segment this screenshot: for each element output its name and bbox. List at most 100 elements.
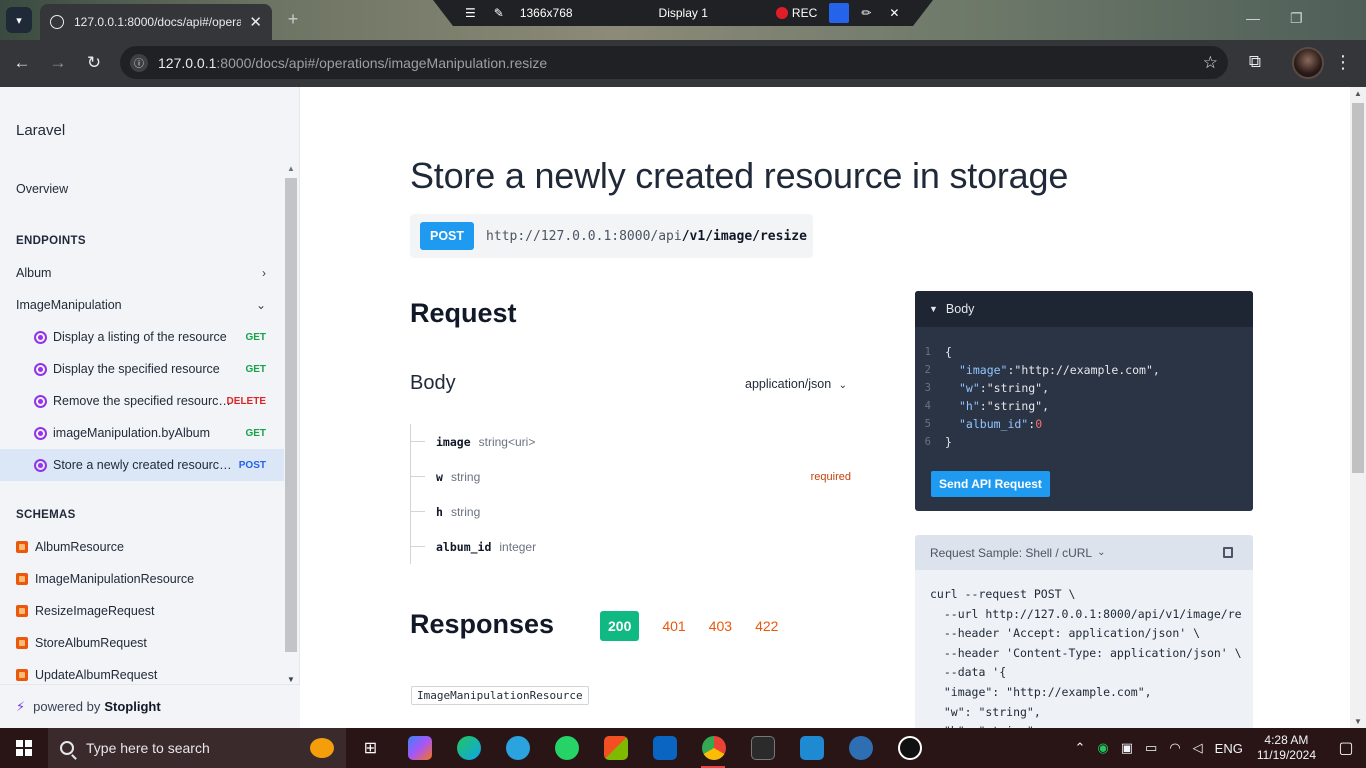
new-tab-button[interactable]: + — [282, 9, 304, 31]
taskbar-clock[interactable]: 4:28 AM 11/19/2024 — [1257, 733, 1316, 763]
sidebar-scroll-thumb[interactable] — [285, 178, 297, 652]
sidebar-endpoint-label: imageManipulation.byAlbum — [53, 426, 211, 440]
sidebar-endpoint[interactable]: Display the specified resource GET — [0, 353, 284, 385]
recorder-close-icon[interactable]: ✕ — [889, 6, 899, 20]
pen-icon[interactable]: ✏ — [861, 6, 871, 20]
sidebar-endpoint[interactable]: Display a listing of the resource GET — [0, 321, 284, 353]
response-code-tab-401[interactable]: 401 — [662, 618, 685, 634]
whatsapp-icon — [554, 736, 579, 760]
outlook-app[interactable] — [640, 728, 689, 768]
reload-icon[interactable]: ↻ — [82, 52, 106, 76]
page-scroll-thumb[interactable] — [1352, 103, 1364, 473]
line-number: 4 — [924, 400, 931, 412]
start-button[interactable] — [0, 728, 48, 768]
sidebar-brand[interactable]: Laravel — [16, 122, 65, 139]
rec-button[interactable]: REC — [775, 6, 817, 20]
sidebar-schema[interactable]: ImageManipulationResource — [0, 563, 284, 595]
endpoint-icon — [34, 394, 47, 408]
task-view-icon: ⊞ — [363, 740, 378, 757]
response-code-tab-422[interactable]: 422 — [755, 618, 778, 634]
endpoint-url-box[interactable]: POST http://127.0.0.1:8000/api/v1/image/… — [410, 214, 813, 258]
pin-icon[interactable]: ✎ — [494, 6, 504, 20]
taskbar-search[interactable]: Type here to search — [48, 728, 346, 768]
recorder-app[interactable] — [885, 728, 934, 768]
back-arrow-icon[interactable]: ← — [10, 52, 34, 76]
json-key: "h" — [959, 399, 980, 413]
http-method-badge: POST — [420, 222, 475, 250]
powered-by-footer[interactable]: ⚡ powered by Stoplight — [0, 684, 300, 728]
body-panel-title: Body — [945, 302, 975, 316]
address-bar[interactable]: ⓘ 127.0.0.1:8000/docs/api#/operations/im… — [120, 46, 1228, 79]
response-code-tab-403[interactable]: 403 — [709, 618, 732, 634]
task-view-button[interactable]: ⊞ — [346, 728, 395, 768]
bookmark-star-icon[interactable]: ☆ — [1203, 53, 1218, 73]
chrome-app[interactable] — [689, 728, 738, 768]
vscode-app[interactable] — [787, 728, 836, 768]
browser-menu-icon[interactable]: ⋮ — [1334, 52, 1352, 73]
language-indicator[interactable]: ENG — [1215, 741, 1243, 756]
body-heading: Body — [410, 372, 456, 394]
scroll-down-arrow-icon[interactable]: ▼ — [1354, 717, 1362, 726]
schema-cube-icon — [16, 669, 28, 681]
site-info-icon[interactable]: ⓘ — [130, 53, 148, 72]
scroll-up-arrow-icon[interactable]: ▲ — [287, 164, 295, 173]
sidebar-group-album[interactable]: Album › — [0, 257, 284, 289]
restore-icon[interactable]: ❐ — [1290, 10, 1303, 27]
sidebar-endpoint[interactable]: Remove the specified resource ... DELETE — [0, 385, 284, 417]
sidebar-scrollbar[interactable]: ▲ ▼ — [284, 164, 298, 684]
camera-icon[interactable]: ▣ — [1121, 740, 1133, 756]
request-body-params: image string<uri> w string required h st… — [410, 424, 860, 564]
sidebar-endpoint-active[interactable]: Store a newly created resource in... POS… — [0, 449, 284, 481]
response-schema-tag: ImageManipulationResource — [411, 686, 589, 705]
response-code-tab-200[interactable]: 200 — [600, 611, 640, 641]
sidebar-endpoint[interactable]: imageManipulation.byAlbum GET — [0, 417, 284, 449]
send-api-request-button[interactable]: Send API Request — [931, 471, 1050, 497]
profile-avatar[interactable] — [1292, 47, 1324, 79]
chevron-up-icon[interactable]: ⌃ — [1074, 740, 1085, 756]
method-badge: GET — [245, 363, 266, 375]
tab-search-button[interactable]: ▾ — [6, 7, 32, 33]
chrome-icon — [701, 736, 726, 760]
param-row: w string required — [411, 459, 860, 494]
menu-icon[interactable]: ☰ — [465, 6, 476, 20]
page-scrollbar[interactable]: ▲ ▼ — [1350, 87, 1366, 728]
sidebar-schema[interactable]: StoreAlbumRequest — [0, 627, 284, 659]
close-tab-icon[interactable]: ✕ — [249, 13, 262, 31]
sidebar-schema[interactable]: ResizeImageRequest — [0, 595, 284, 627]
vs-app[interactable] — [836, 728, 885, 768]
content-type-select[interactable]: application/json ⌄ — [745, 377, 847, 391]
camera-button[interactable] — [829, 3, 850, 23]
telegram-icon — [505, 736, 530, 760]
terminal-app[interactable] — [738, 728, 787, 768]
status-dot-icon[interactable]: ◉ — [1097, 740, 1108, 756]
pumpkin-icon — [310, 738, 334, 758]
minimize-icon[interactable]: — — [1246, 10, 1260, 26]
volume-icon[interactable]: ◁ — [1193, 740, 1203, 756]
forward-arrow-icon[interactable]: → — [46, 52, 70, 76]
schema-cube-icon — [16, 541, 28, 553]
telegram-app[interactable] — [493, 728, 542, 768]
sidebar-group-imagemanipulation[interactable]: ImageManipulation ⌄ — [0, 289, 284, 321]
scroll-down-arrow-icon[interactable]: ▼ — [287, 675, 295, 684]
request-sample-header[interactable]: Request Sample: Shell / cURL ⌄ — [915, 535, 1253, 570]
method-badge: GET — [245, 427, 266, 439]
browser-tab-active[interactable]: 127.0.0.1:8000/docs/api#/opera ✕ — [40, 4, 272, 40]
sidebar-schema[interactable]: AlbumResource — [0, 531, 284, 563]
wifi-icon[interactable]: ◠ — [1169, 740, 1180, 756]
battery-icon[interactable]: ▭ — [1145, 740, 1157, 756]
store-app[interactable] — [591, 728, 640, 768]
sidebar-item-overview[interactable]: Overview — [0, 173, 284, 205]
browser-toolbar: ← → ↻ ⓘ 127.0.0.1:8000/docs/api#/operati… — [0, 40, 1366, 87]
recorder-display[interactable]: Display 1 — [659, 6, 708, 20]
copilot-app[interactable] — [395, 728, 444, 768]
request-body-editor[interactable]: 1 { 2 "image": "http://example.com", 3 "… — [915, 327, 1253, 451]
body-panel-header[interactable]: ▼ Body — [915, 291, 1253, 327]
scroll-up-arrow-icon[interactable]: ▲ — [1354, 89, 1362, 98]
visual-studio-icon — [848, 736, 873, 760]
extensions-puzzle-icon[interactable]: ⧉ — [1244, 52, 1266, 74]
copy-icon[interactable] — [1223, 547, 1233, 558]
whatsapp-app[interactable] — [542, 728, 591, 768]
lightning-bolt-icon: ⚡ — [16, 698, 26, 714]
edge-app[interactable] — [444, 728, 493, 768]
notification-icon[interactable]: ▢ — [1326, 738, 1366, 758]
